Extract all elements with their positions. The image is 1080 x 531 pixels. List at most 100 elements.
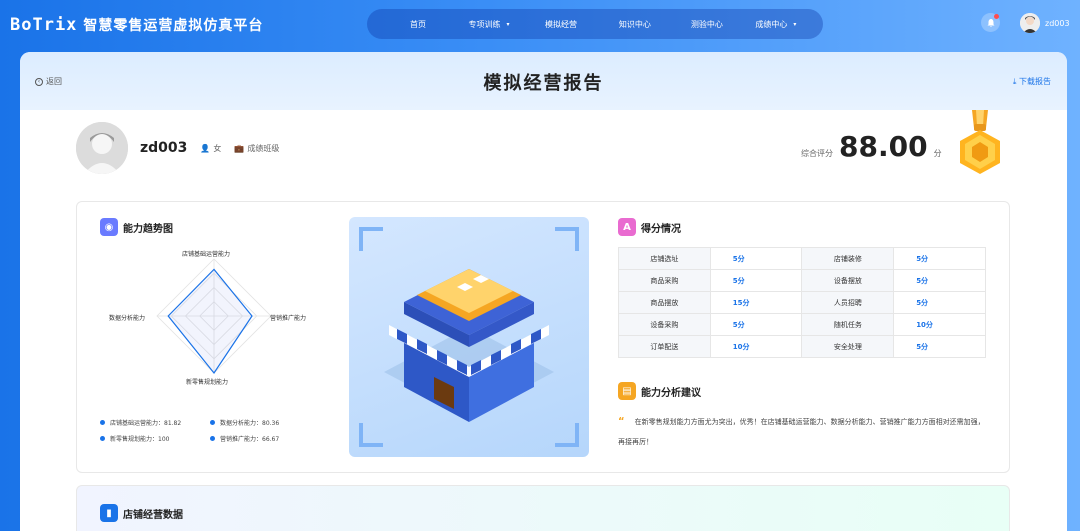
score-item-name: 设备采购	[618, 313, 711, 336]
nav-item-home[interactable]: 首页	[381, 9, 455, 39]
legend-item: 营销推广能力：66.67	[210, 434, 279, 443]
nav-item-special-training[interactable]: 专项训练 ▾	[455, 9, 523, 39]
legend-dot	[210, 436, 215, 441]
score-value: 88.00	[839, 130, 928, 163]
store-icon	[359, 227, 579, 447]
top-bar: BoTrix 智慧零售运营虚拟仿真平台 首页 专项训练 ▾ 模拟经营 知识中心 测…	[0, 0, 1080, 50]
score-item-value: 5分	[709, 247, 803, 270]
profile-name: zd003	[140, 140, 188, 156]
legend-item: 店铺基础运营能力：81.82	[100, 418, 181, 427]
score-label: 综合评分	[801, 149, 833, 158]
main-nav: 首页 专项训练 ▾ 模拟经营 知识中心 测验中心 成绩中心 ▾	[367, 9, 823, 39]
user-menu[interactable]: zd003	[1020, 13, 1070, 33]
nav-item-grades[interactable]: 成绩中心 ▾	[743, 9, 809, 39]
section-title: 店铺经营数据	[123, 509, 183, 521]
brand-name: BoTrix	[10, 15, 78, 35]
ability-trend-title: ◉ 能力趋势图	[100, 218, 173, 236]
legend-text: 数据分析能力：80.36	[220, 420, 280, 427]
nav-item-quiz[interactable]: 测验中心	[671, 9, 743, 39]
user-name: zd003	[1045, 18, 1070, 28]
score-item-value: 10分	[709, 335, 803, 358]
chevron-down-icon: ▾	[506, 20, 510, 28]
score-item-name: 安全处理	[801, 335, 895, 358]
notification-dot	[994, 14, 999, 19]
legend-text: 新零售规划能力：100	[110, 436, 170, 443]
score-item-name: 商品摆放	[618, 291, 711, 314]
score-item-name: 人员招聘	[801, 291, 895, 314]
radar-axis-label: 店铺基础运营能力	[182, 251, 231, 258]
score-item-value: 5分	[709, 269, 803, 292]
ability-radar-chart: 店铺基础运营能力 营销推广能力 新零售规划能力 数据分析能力	[100, 242, 340, 392]
ai-icon: A	[618, 218, 636, 236]
nav-item-simulation[interactable]: 模拟经营	[523, 9, 599, 39]
score-table: 店铺选址 5分 店铺装修 5分 商品采购 5分 设备摆放 5分 商品摆放 15分 人员招聘 5分 …	[618, 247, 986, 358]
legend-item: 新零售规划能力：100	[100, 434, 169, 443]
legend-dot	[210, 420, 215, 425]
legend-dot	[100, 436, 105, 441]
nav-label: 专项训练	[468, 19, 501, 29]
score-item-value: 10分	[893, 313, 986, 336]
profile-avatar	[76, 122, 128, 174]
overall-score: 综合评分 88.00 分	[801, 130, 942, 163]
compass-icon: ◉	[100, 218, 118, 236]
legend-text: 店铺基础运营能力：81.82	[110, 420, 182, 427]
radar-axis-label: 数据分析能力	[109, 315, 146, 322]
medal-icon	[960, 110, 1000, 174]
score-item-name: 随机任务	[801, 313, 895, 336]
score-item-name: 店铺选址	[618, 247, 711, 270]
app-logo[interactable]: BoTrix 智慧零售运营虚拟仿真平台	[10, 13, 263, 37]
score-item-name: 设备摆放	[801, 269, 895, 292]
download-report-button[interactable]: ⤓ 下载报告	[1013, 76, 1051, 87]
gender-value: 女	[213, 143, 222, 153]
score-item-value: 15分	[709, 291, 803, 314]
system-name: 智慧零售运营虚拟仿真平台	[83, 18, 264, 34]
nav-label: 测验中心	[690, 19, 723, 29]
table-row: 商品采购 5分 设备摆放 5分	[618, 269, 986, 292]
store-data-card	[76, 485, 1010, 531]
score-unit: 分	[933, 149, 942, 158]
table-row: 订单配送 10分 安全处理 5分	[618, 335, 986, 358]
report-panel: ‹ 返回 模拟经营报告 ⤓ 下载报告 zd003 👤 女 💼 成绩班级 综合评分 8…	[20, 52, 1067, 531]
person-icon: 👤	[200, 143, 211, 153]
advice-text: 在新零售规划能力方面尤为突出，优秀！在店铺基础运营能力、数据分析能力、营销推广能…	[618, 418, 985, 446]
page-title: 模拟经营报告	[483, 73, 604, 94]
score-item-value: 5分	[893, 335, 986, 358]
ability-advice-text: “在新零售规划能力方面尤为突出，优秀！在店铺基础运营能力、数据分析能力、营销推广…	[618, 412, 988, 452]
section-title: 能力分析建议	[641, 387, 701, 399]
avatar	[1020, 13, 1040, 33]
briefcase-icon: 💼	[234, 143, 245, 153]
table-row: 商品摆放 15分 人员招聘 5分	[618, 291, 986, 314]
chevron-down-icon: ▾	[793, 20, 797, 28]
class-value: 成绩班级	[247, 143, 280, 153]
score-item-value: 5分	[893, 247, 986, 270]
comment-icon: ▤	[618, 382, 636, 400]
radar-axis-label: 营销推广能力	[270, 315, 307, 322]
nav-label: 成绩中心	[755, 19, 788, 29]
ability-advice-title: ▤ 能力分析建议	[618, 382, 701, 400]
score-item-value: 5分	[893, 291, 986, 314]
nav-label: 知识中心	[618, 19, 651, 29]
legend-item: 数据分析能力：80.36	[210, 418, 279, 427]
score-item-name: 店铺装修	[801, 247, 895, 270]
table-row: 店铺选址 5分 店铺装修 5分	[618, 247, 986, 270]
table-row: 设备采购 5分 随机任务 10分	[618, 313, 986, 336]
store-illustration	[349, 217, 589, 457]
profile-gender: 👤 女	[197, 143, 221, 154]
download-icon: ⤓	[1012, 77, 1017, 86]
legend-text: 营销推广能力：66.67	[220, 436, 280, 443]
score-item-value: 5分	[709, 313, 803, 336]
score-item-name: 商品采购	[618, 269, 711, 292]
bar-chart-icon: ▮	[100, 504, 118, 522]
profile-class: 💼 成绩班级	[231, 143, 279, 154]
score-details-title: A 得分情况	[618, 218, 681, 236]
nav-label: 模拟经营	[544, 19, 577, 29]
quote-icon: “	[618, 416, 625, 427]
score-item-value: 5分	[893, 269, 986, 292]
radar-axis-label: 新零售规划能力	[186, 379, 229, 386]
student-profile: zd003 👤 女 💼 成绩班级	[76, 122, 279, 174]
bell-icon[interactable]	[981, 13, 1000, 32]
download-label: 下载报告	[1019, 77, 1051, 86]
legend-dot	[100, 420, 105, 425]
nav-item-knowledge[interactable]: 知识中心	[599, 9, 671, 39]
store-data-title: ▮ 店铺经营数据	[100, 504, 183, 522]
